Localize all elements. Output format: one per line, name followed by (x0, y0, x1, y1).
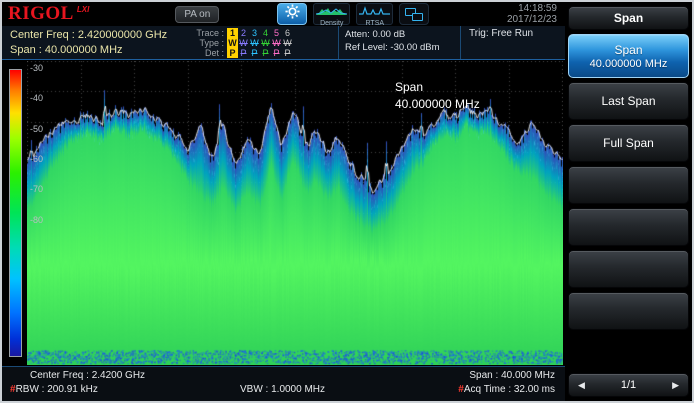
active-function-label: Span (395, 80, 424, 94)
trace-6-indicator: 6 (284, 28, 290, 38)
amplitude-settings: Atten: 0.00 dB Ref Level: -30.00 dBm (338, 26, 460, 59)
trace-2-det: P (240, 48, 247, 58)
density-mode-label: Density (320, 19, 344, 27)
softkey-blank-3[interactable] (568, 250, 689, 288)
trace-4-type: W (261, 38, 270, 48)
trace-1-det: P (227, 48, 238, 58)
footer-center-freq: Center Freq : 2.4200 GHz (30, 370, 146, 381)
softkey-last-span[interactable]: Last Span (568, 82, 689, 120)
trace-panel: Trace : 1 2 3 4 5 6 Type : W W W W W W D… (188, 26, 338, 59)
trace-type-row: Type : W W W W W W (188, 38, 338, 48)
trace-4-det: P (262, 48, 269, 58)
trace-label: Trace : (196, 28, 224, 38)
footer-vbw: VBW : 1.0000 MHz (239, 384, 326, 395)
trace-3-det: P (251, 48, 258, 58)
trace-6-det: P (284, 48, 291, 58)
menu-title-span: Span (568, 6, 689, 30)
lxi-badge: LXI (76, 5, 90, 14)
y-axis-tick: -40 (30, 93, 44, 103)
main-area: RIGOL LXI PA on Density RTSA 14:18:59 20… (2, 2, 565, 401)
active-function-value: 40.000000 MHz (395, 97, 480, 111)
footer-span: Span : 40.000 MHz (469, 370, 555, 381)
pa-on-button[interactable]: PA on (175, 5, 220, 23)
trace-5-indicator: 5 (273, 28, 279, 38)
trace-2-indicator: 2 (240, 28, 246, 38)
top-bar: RIGOL LXI PA on Density RTSA 14:18:59 20… (2, 2, 565, 27)
trace-1-indicator: 1 (227, 28, 238, 38)
spectrum-canvas (27, 61, 563, 365)
softkey-span[interactable]: Span 40.000000 MHz (568, 34, 689, 78)
analyzer-screen: RIGOL LXI PA on Density RTSA 14:18:59 20… (0, 0, 694, 403)
softkey-blank-2[interactable] (568, 208, 689, 246)
trace-5-det: P (273, 48, 280, 58)
footer-row-1: Center Freq : 2.4200 GHz Span : 40.000 M… (2, 367, 565, 381)
atten-readout: Atten: 0.00 dB (345, 29, 406, 40)
clock-time: 14:18:59 (518, 3, 557, 14)
page-next-button[interactable]: ▶ (672, 380, 679, 391)
trace-4-indicator: 4 (262, 28, 268, 38)
trace-5-type: W (272, 38, 281, 48)
y-axis-tick: -70 (30, 184, 44, 194)
trace-2-type: W (239, 38, 248, 48)
density-waveform-icon (316, 2, 348, 20)
density-mode-button[interactable]: Density (313, 2, 351, 27)
softkey-menu: Span Span 40.000000 MHz Last Span Full S… (565, 2, 692, 401)
rtsa-mode-button[interactable]: RTSA (356, 2, 394, 27)
trace-type-label: Type : (199, 38, 224, 48)
active-function-readout: Span 40.000000 MHz (395, 79, 480, 113)
footer-rbw: #RBW : 200.91 kHz (10, 384, 98, 395)
trace-1-type: W (227, 38, 238, 48)
softkey-blank-1[interactable] (568, 166, 689, 204)
rigol-logo: RIGOL (8, 3, 74, 24)
footer-acq-time: #Acq Time : 32.00 ms (458, 384, 556, 395)
density-color-legend (9, 69, 22, 357)
spectrum-display: -30 -40 -50 -60 -70 -80 Span 40.000000 M… (2, 60, 565, 366)
ref-level-readout: Ref Level: -30.00 dBm (345, 42, 440, 53)
clock: 14:18:59 2017/12/23 (507, 3, 557, 25)
status-bar: Center Freq : 2.420000000 GHz Span : 40.… (2, 26, 565, 60)
menu-pager: ◀ 1/1 ▶ (568, 373, 689, 397)
y-axis-tick: -60 (30, 154, 44, 164)
trigger-readout: Trig: Free Run (460, 26, 533, 59)
toolbar-icons: Density RTSA (277, 2, 430, 27)
softkey-span-label: Span (614, 42, 643, 57)
softkey-blank-4[interactable] (568, 292, 689, 330)
y-axis-tick: -80 (30, 215, 44, 225)
page-indicator: 1/1 (620, 379, 637, 391)
softkey-span-value: 40.000000 MHz (589, 57, 668, 70)
softkey-full-span[interactable]: Full Span (568, 124, 689, 162)
trace-number-row: Trace : 1 2 3 4 5 6 (188, 28, 338, 38)
rtsa-waveform-icon (359, 2, 391, 20)
page-prev-button[interactable]: ◀ (578, 380, 585, 391)
window-layout-button[interactable] (399, 3, 430, 25)
y-axis-tick: -30 (30, 63, 44, 73)
settings-button[interactable] (277, 3, 308, 25)
trace-3-type: W (250, 38, 259, 48)
center-freq-readout: Center Freq : 2.420000000 GHz (10, 29, 168, 41)
trace-3-indicator: 3 (251, 28, 257, 38)
rtsa-mode-label: RTSA (365, 19, 385, 27)
trace-det-label: Det : (204, 48, 224, 58)
clock-date: 2017/12/23 (506, 14, 557, 25)
bottom-status-bar: Center Freq : 2.4200 GHz Span : 40.000 M… (2, 366, 565, 401)
trace-6-type: W (283, 38, 292, 48)
trace-det-row: Det : P P P P P P (188, 48, 338, 58)
settings-gear-icon (285, 4, 300, 24)
y-axis-tick: -50 (30, 124, 44, 134)
span-readout: Span : 40.000000 MHz (10, 44, 123, 56)
footer-row-2: #RBW : 200.91 kHz VBW : 1.0000 MHz #Acq … (2, 381, 565, 395)
freq-readout: Center Freq : 2.420000000 GHz Span : 40.… (2, 26, 188, 59)
